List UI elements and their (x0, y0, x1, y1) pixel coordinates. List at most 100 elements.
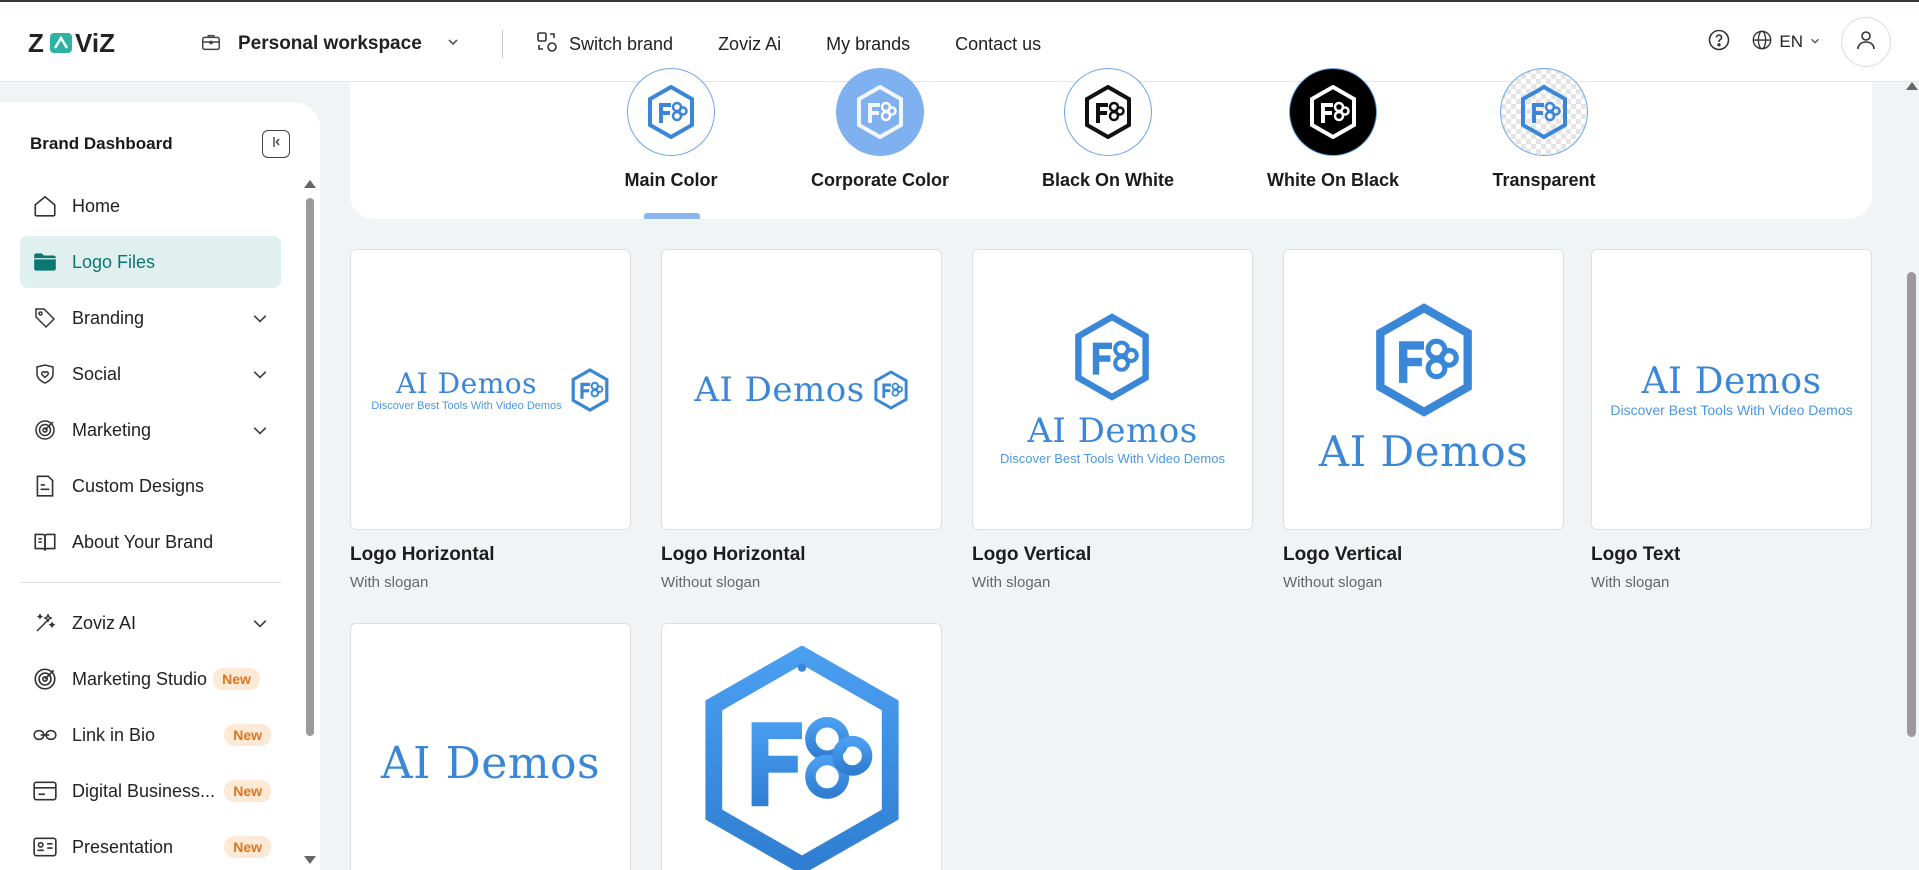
logo-preview: AI Demos Discover Best Tools With Video … (1591, 249, 1872, 530)
nav-zoviz-ai[interactable]: Zoviz Ai (718, 34, 781, 55)
sidebar-title: Brand Dashboard (30, 134, 173, 153)
style-label: Black On White (1041, 170, 1175, 190)
new-badge: New (213, 668, 260, 690)
main-color-preview (627, 68, 715, 156)
sidebar-scrollbar[interactable] (304, 180, 316, 870)
presentation-icon (30, 832, 60, 862)
logo-card-text-with-slogan[interactable]: AI Demos Discover Best Tools With Video … (1591, 249, 1872, 591)
sidebar: Brand Dashboard Home Logo Files Branding (0, 102, 320, 870)
svg-text:Z: Z (28, 30, 44, 56)
logo-card-horizontal-without-slogan[interactable]: AI Demos Logo Horizontal Without slogan (661, 249, 942, 591)
style-option-corporate-color[interactable]: Corporate Color (795, 68, 965, 191)
logo-name-text: AI Demos (396, 367, 537, 400)
logo-preview: AI Demos (661, 249, 942, 530)
logo-preview: AI Demos Discover Best Tools With Video … (350, 249, 631, 530)
magic-wand-icon (30, 608, 60, 638)
logo-card-vertical-without-slogan[interactable]: AI Demos Logo Vertical Without slogan (1283, 249, 1564, 591)
nav-contact-us[interactable]: Contact us (955, 34, 1041, 55)
sidebar-item-label: Zoviz AI (72, 612, 137, 633)
svg-text:ViZ: ViZ (75, 30, 115, 56)
logo-card-subtitle: With slogan (1591, 574, 1670, 591)
header-divider (502, 30, 503, 58)
collapse-sidebar-button[interactable] (262, 130, 290, 158)
nav-switch-brand[interactable]: Switch brand (535, 30, 673, 59)
sidebar-item-home[interactable]: Home (20, 180, 281, 232)
chevron-down-icon (249, 419, 271, 441)
sidebar-item-custom-designs[interactable]: Custom Designs (20, 460, 281, 512)
sidebar-item-branding[interactable]: Branding (20, 292, 281, 344)
book-icon (30, 527, 60, 557)
logo-card-icon-only[interactable] (661, 623, 942, 870)
style-option-main-color[interactable]: Main Color (586, 68, 756, 191)
sidebar-item-label: Social (72, 363, 122, 384)
hexagon-logo-icon (1375, 303, 1472, 417)
sidebar-item-presentation[interactable]: Presentation New (20, 821, 281, 870)
hexagon-logo-icon (1075, 313, 1150, 401)
sidebar-item-marketing-studio[interactable]: Marketing Studio New (20, 653, 281, 705)
new-badge: New (224, 724, 271, 746)
page-scrollbar[interactable] (1904, 82, 1919, 870)
hexagon-logo-icon (704, 646, 899, 870)
target-icon (30, 664, 60, 694)
active-style-indicator (644, 213, 700, 219)
chevron-down-icon (446, 35, 460, 54)
sidebar-item-about-your-brand[interactable]: About Your Brand (20, 516, 281, 568)
logo-card-text-only[interactable]: AI Demos (350, 623, 631, 870)
sidebar-item-zoviz-ai[interactable]: Zoviz AI (20, 597, 281, 649)
nav-my-brands[interactable]: My brands (826, 34, 910, 55)
transparent-preview (1500, 68, 1588, 156)
sidebar-item-label: Digital Business... (72, 780, 216, 801)
card-icon (30, 776, 60, 806)
chevron-down-icon (249, 363, 271, 385)
heart-shield-icon (30, 359, 60, 389)
scroll-up-arrow[interactable] (1906, 82, 1918, 90)
tag-icon (30, 303, 60, 333)
corporate-color-preview (836, 68, 924, 156)
scroll-up-arrow[interactable] (304, 180, 316, 188)
logo-card-vertical-with-slogan[interactable]: AI Demos Discover Best Tools With Video … (972, 249, 1253, 591)
nav-switch-brand-label: Switch brand (569, 33, 674, 54)
sidebar-nav: Home Logo Files Branding Social Marketin… (20, 180, 281, 870)
sidebar-item-logo-files[interactable]: Logo Files (20, 236, 281, 288)
logo-preview: AI Demos (1283, 249, 1564, 530)
style-option-black-on-white[interactable]: Black On White (1023, 68, 1193, 191)
black-on-white-preview (1064, 68, 1152, 156)
zoviz-logo[interactable]: Z ViZ (28, 30, 150, 58)
chevron-down-icon (249, 612, 271, 634)
page-scrollbar-thumb[interactable] (1907, 272, 1916, 737)
sidebar-item-marketing[interactable]: Marketing (20, 404, 281, 456)
sidebar-item-link-in-bio[interactable]: Link in Bio New (20, 709, 281, 761)
scroll-down-arrow[interactable] (304, 856, 316, 864)
header-actions: EN (1707, 16, 1891, 68)
user-menu-button[interactable] (1841, 17, 1891, 67)
workspace-selector[interactable]: Personal workspace (200, 26, 460, 62)
style-option-transparent[interactable]: Transparent (1459, 68, 1629, 191)
logo-card-horizontal-with-slogan[interactable]: AI Demos Discover Best Tools With Video … (350, 249, 631, 591)
sidebar-item-social[interactable]: Social (20, 348, 281, 400)
sidebar-item-digital-business[interactable]: Digital Business... New (20, 765, 281, 817)
style-option-white-on-black[interactable]: White On Black (1248, 68, 1418, 191)
user-icon (1854, 28, 1878, 57)
logo-preview: AI Demos Discover Best Tools With Video … (972, 249, 1253, 530)
sidebar-item-label: About Your Brand (72, 531, 214, 552)
logo-card-subtitle: Without slogan (661, 574, 761, 591)
chevron-down-icon (1809, 32, 1821, 52)
link-icon (30, 720, 60, 750)
chevron-left-icon (269, 135, 283, 154)
top-header: Z ViZ Personal workspace Switch brand Zo (0, 2, 1919, 82)
language-label: EN (1779, 32, 1803, 51)
logo-slogan-text: Discover Best Tools With Video Demos (1610, 402, 1853, 418)
sidebar-item-label: Marketing (72, 419, 152, 440)
sidebar-scrollbar-thumb[interactable] (306, 198, 314, 736)
logo-preview: AI Demos (350, 623, 631, 870)
help-icon[interactable] (1707, 28, 1731, 57)
logo-slogan-text: Discover Best Tools With Video Demos (1000, 451, 1225, 466)
workspace-label: Personal workspace (238, 33, 422, 54)
switch-icon (535, 30, 559, 59)
logo-name-text: AI Demos (694, 369, 865, 410)
hexagon-logo-icon (648, 85, 694, 139)
style-label: Corporate Color (810, 170, 949, 190)
style-label: Transparent (1492, 170, 1596, 190)
logo-name-text: AI Demos (1027, 411, 1198, 451)
language-selector[interactable]: EN (1751, 29, 1821, 56)
